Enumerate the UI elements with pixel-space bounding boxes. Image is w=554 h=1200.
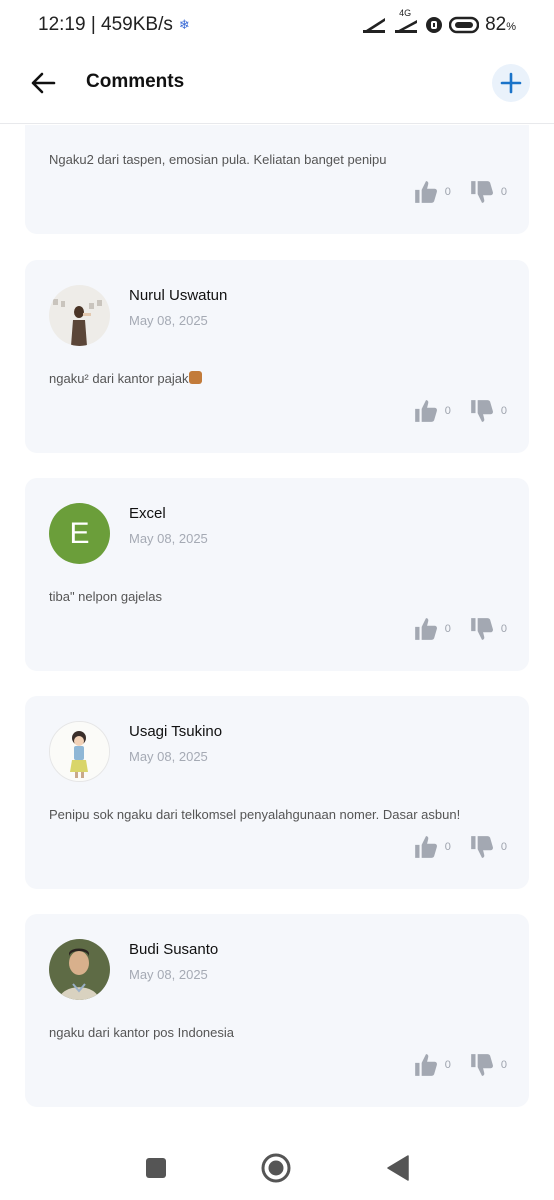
arrow-left-icon: [31, 72, 56, 94]
status-left: 12:19 | 459KB/s ❄: [38, 14, 190, 36]
thumbs-up-icon: [414, 181, 437, 203]
comment-card: Usagi Tsukino May 08, 2025 Penipu sok ng…: [25, 696, 529, 889]
signal-icon: [363, 18, 386, 33]
like-count: 0: [444, 186, 451, 198]
like-button[interactable]: 0: [413, 834, 451, 860]
thumbs-down-icon: [471, 836, 493, 858]
thumbs-up-icon: [414, 400, 437, 422]
system-nav-bar: [0, 1135, 554, 1200]
like-button[interactable]: 0: [413, 1052, 451, 1078]
comment-text: tiba" nelpon gajelas: [49, 589, 163, 604]
avatar-photo: [50, 722, 109, 781]
home-circle-icon: [261, 1153, 291, 1183]
comment-text: ngaku² dari kantor pajak: [49, 371, 189, 386]
dislike-button[interactable]: 0: [469, 398, 507, 424]
comment-date: May 08, 2025: [129, 313, 208, 328]
avatar: E: [49, 503, 110, 564]
avatar-letter: E: [69, 516, 90, 550]
back-nav-button[interactable]: [383, 1153, 413, 1183]
comment-text: Ngaku2 dari taspen, emosian pula. Keliat…: [49, 152, 387, 167]
comment-date: May 08, 2025: [129, 531, 208, 546]
dislike-button[interactable]: 0: [469, 616, 507, 642]
thumbs-up-icon: [414, 836, 437, 858]
triangle-back-icon: [387, 1155, 409, 1181]
comment-votes: 0 0: [413, 834, 507, 860]
signal-icon-2: [395, 20, 418, 33]
dislike-count: 0: [500, 841, 507, 853]
dislike-button[interactable]: 0: [469, 1052, 507, 1078]
dislike-button[interactable]: 0: [469, 179, 507, 205]
comment-text: ngaku dari kantor pos Indonesia: [49, 1025, 235, 1040]
thumbs-up-icon: [414, 618, 437, 640]
avatar-photo: [49, 939, 110, 1000]
battery-unit: %: [506, 21, 516, 33]
plus-icon: [500, 72, 522, 94]
app-bar: Comments: [0, 52, 554, 124]
comment-votes: 0 0: [413, 398, 507, 424]
dislike-button[interactable]: 0: [469, 834, 507, 860]
home-button[interactable]: [261, 1153, 291, 1183]
back-button[interactable]: [26, 66, 60, 100]
dislike-count: 0: [500, 186, 507, 198]
avatar: [49, 939, 110, 1000]
avatar: [49, 721, 110, 782]
commenter-name: Budi Susanto: [129, 941, 219, 958]
like-count: 0: [444, 623, 451, 635]
comment-card: Ngaku2 dari taspen, emosian pula. Keliat…: [25, 125, 529, 234]
status-right: 4G 82%: [361, 8, 516, 36]
dislike-count: 0: [500, 405, 507, 417]
status-bar: 12:19 | 459KB/s ❄ 4G 82%: [0, 0, 554, 50]
commenter-name: Excel: [129, 505, 166, 522]
battery-percent: 82: [485, 14, 507, 35]
like-button[interactable]: 0: [413, 398, 451, 424]
battery-icon: [449, 16, 480, 34]
add-comment-button[interactable]: [492, 64, 530, 102]
thumbs-down-icon: [471, 618, 493, 640]
dislike-count: 0: [500, 623, 507, 635]
like-button[interactable]: 0: [413, 179, 451, 205]
comment-votes: 0 0: [413, 179, 507, 205]
comment-text: Penipu sok ngaku dari telkomsel penyalah…: [49, 807, 461, 822]
thumbs-down-icon: [471, 400, 493, 422]
comment-votes: 0 0: [413, 1052, 507, 1078]
comment-date: May 08, 2025: [129, 967, 208, 982]
thumbs-down-icon: [471, 1054, 493, 1076]
comment-text-wrap: ngaku² dari kantor pajak: [49, 371, 203, 386]
like-count: 0: [444, 841, 451, 853]
data-saver-icon: [426, 17, 443, 33]
battery-level: 82%: [485, 14, 516, 36]
comment-card: Nurul Uswatun May 08, 2025 ngaku² dari k…: [25, 260, 529, 453]
recents-button[interactable]: [141, 1153, 171, 1183]
comments-list[interactable]: Ngaku2 dari taspen, emosian pula. Keliat…: [0, 125, 554, 1135]
dislike-count: 0: [500, 1059, 507, 1071]
comment-card: Budi Susanto May 08, 2025 ngaku dari kan…: [25, 914, 529, 1107]
commenter-name: Usagi Tsukino: [129, 723, 223, 740]
status-time-speed: 12:19 | 459KB/s: [38, 14, 173, 35]
comment-votes: 0 0: [413, 616, 507, 642]
thumbs-down-icon: [471, 181, 493, 203]
like-button[interactable]: 0: [413, 616, 451, 642]
commenter-name: Nurul Uswatun: [129, 287, 228, 304]
monkey-emoji-icon: [189, 371, 203, 384]
square-icon: [146, 1158, 166, 1178]
avatar-photo: [49, 285, 110, 346]
thumbs-up-icon: [414, 1054, 437, 1076]
network-type: 4G: [393, 8, 419, 34]
comment-card: E Excel May 08, 2025 tiba" nelpon gajela…: [25, 478, 529, 671]
like-count: 0: [444, 1059, 451, 1071]
page-title: Comments: [86, 71, 185, 92]
avatar: [49, 285, 110, 346]
snowflake-icon: ❄: [178, 17, 190, 32]
comment-date: May 08, 2025: [129, 749, 208, 764]
like-count: 0: [444, 405, 451, 417]
